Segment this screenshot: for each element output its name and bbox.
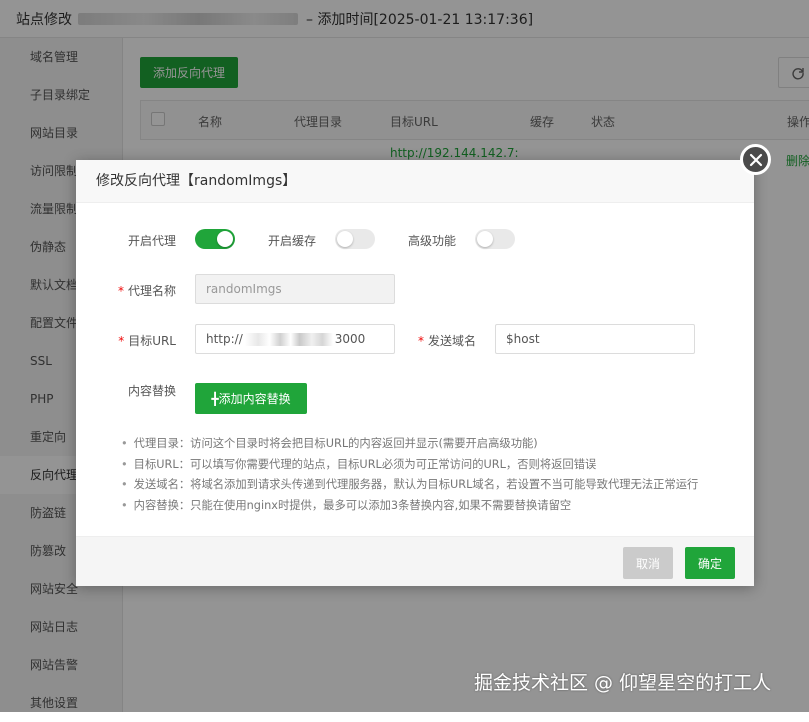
proxy-name-label: * 代理名称 [96,282,176,299]
target-url-label: * 目标URL [96,332,176,349]
advanced-label: 高级功能 [407,234,456,248]
dialog-footer: 取消 确定 [76,536,754,586]
content-replace-label: 内容替换 [127,384,176,398]
send-domain-input[interactable] [495,324,695,354]
required-mark: * [117,284,124,298]
proxy-name-label-text: 代理名称 [127,284,176,298]
help-item: 内容替换：只能在使用nginx时提供，最多可以添加3条替换内容,如果不需要替换请… [121,496,761,517]
watermark: 掘金技术社区 @ 仰望星空的打工人 [474,672,772,694]
dialog-title: 修改反向代理【randomImgs】 [76,160,754,203]
close-icon [749,153,762,166]
cancel-button[interactable]: 取消 [623,547,673,579]
enable-cache-label: 开启缓存 [267,234,316,248]
enable-proxy-label: 开启代理 [127,234,176,248]
target-url-label-text: 目标URL [128,334,176,348]
help-item: 目标URL：可以填写你需要代理的站点，目标URL必须为可正常访问的URL，否则将… [121,455,761,476]
proxy-name-input[interactable] [195,274,395,304]
confirm-button[interactable]: 确定 [685,547,735,579]
help-item: 发送域名：将域名添加到请求头传递到代理服务器，默认为目标URL域名，若设置不当可… [121,475,761,496]
required-mark: * [417,334,424,348]
toggle-knob [337,231,353,247]
target-url-suffix: 3000 [334,332,366,346]
send-domain-label-text: 发送域名 [427,334,476,348]
add-content-replace-button[interactable]: ╋添加内容替换 [195,383,307,414]
toggle-knob [217,231,233,247]
target-url-prefix: http:// [206,332,243,346]
enable-cache-toggle[interactable] [335,229,375,249]
required-mark: * [118,334,125,348]
redacted-ip [244,333,333,346]
advanced-toggle[interactable] [475,229,515,249]
toggle-knob [477,231,493,247]
help-item: 代理目录：访问这个目录时将会把目标URL的内容返回并显示(需要开启高级功能) [121,434,761,455]
send-domain-label: * 发送域名 [396,332,476,349]
enable-proxy-toggle[interactable] [195,229,235,249]
target-url-input[interactable]: http:// 3000 [195,324,395,354]
edit-reverse-proxy-dialog: 修改反向代理【randomImgs】 开启代理 开启缓存 高级功能 * 代理名称 … [76,160,754,586]
close-dialog-button[interactable] [740,144,771,175]
help-notes: 代理目录：访问这个目录时将会把目标URL的内容返回并显示(需要开启高级功能) 目… [121,434,761,516]
